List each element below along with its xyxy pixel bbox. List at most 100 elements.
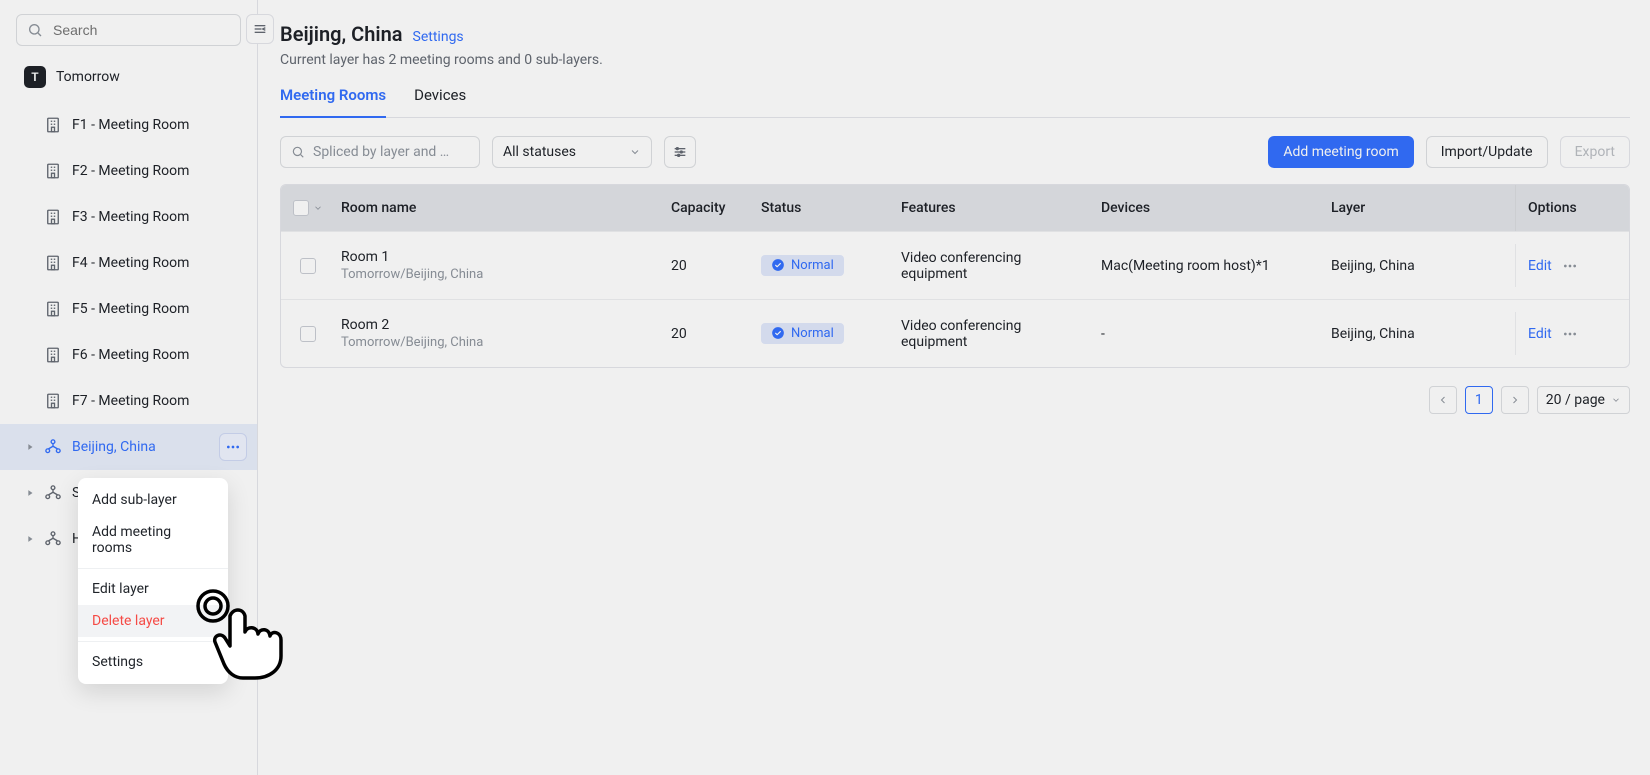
room-search-placeholder: Spliced by layer and …: [313, 144, 449, 160]
col-options: Options: [1515, 185, 1615, 231]
status-filter-label: All statuses: [503, 144, 576, 160]
page-subtitle: Current layer has 2 meeting rooms and 0 …: [280, 52, 1630, 68]
org-chart-icon: [44, 484, 62, 502]
page-size-select[interactable]: 20 / page: [1537, 386, 1630, 414]
sidebar-item-room[interactable]: F7 - Meeting Room: [0, 378, 257, 424]
root-label: Tomorrow: [56, 69, 120, 85]
select-all-checkbox[interactable]: [293, 200, 309, 216]
col-capacity: Capacity: [665, 200, 755, 216]
table-header: Room name Capacity Status Features Devic…: [281, 185, 1629, 231]
sidebar-item-label: F5 - Meeting Room: [72, 301, 189, 317]
caret-right-icon[interactable]: [24, 488, 36, 498]
col-devices: Devices: [1095, 200, 1325, 216]
sidebar-item-label: F1 - Meeting Room: [72, 117, 189, 133]
pagination: 1 20 / page: [280, 386, 1630, 414]
row-more-button[interactable]: [1562, 258, 1578, 274]
sidebar-item-room[interactable]: F2 - Meeting Room: [0, 148, 257, 194]
export-button: Export: [1560, 136, 1630, 168]
sidebar-item-room[interactable]: F6 - Meeting Room: [0, 332, 257, 378]
org-chart-icon: [44, 530, 62, 548]
room-name: Room 2: [341, 317, 659, 333]
room-name: Room 1: [341, 249, 659, 265]
tabs: Meeting Rooms Devices: [280, 86, 1630, 118]
page-number-button[interactable]: 1: [1465, 386, 1493, 414]
room-devices: -: [1095, 326, 1325, 342]
room-path: Tomorrow/Beijing, China: [341, 267, 659, 282]
edit-link[interactable]: Edit: [1528, 258, 1552, 274]
layer-context-menu: Add sub-layerAdd meeting rooms Edit layer…: [78, 478, 228, 684]
tree-root[interactable]: T Tomorrow: [0, 58, 257, 96]
room-features: Video conferencing equipment: [895, 318, 1095, 350]
status-filter[interactable]: All statuses: [492, 136, 652, 168]
chevron-down-icon[interactable]: [313, 203, 323, 213]
sidebar-item-room[interactable]: F3 - Meeting Room: [0, 194, 257, 240]
sidebar-item-label: F7 - Meeting Room: [72, 393, 189, 409]
menu-separator: [78, 641, 228, 642]
import-update-button[interactable]: Import/Update: [1426, 136, 1548, 168]
layer-settings-link[interactable]: Settings: [413, 29, 464, 45]
room-devices: Mac(Meeting room host)*1: [1095, 258, 1325, 274]
room-layer: Beijing, China: [1325, 326, 1515, 342]
main-content: Beijing, China Settings Current layer ha…: [258, 0, 1650, 775]
sidebar-collapse-toggle[interactable]: [246, 14, 274, 44]
sidebar-item-label: F4 - Meeting Room: [72, 255, 189, 271]
menu-item[interactable]: Delete layer: [78, 605, 228, 637]
sidebar-item-room[interactable]: F5 - Meeting Room: [0, 286, 257, 332]
building-icon: [44, 254, 62, 272]
status-badge: Normal: [761, 323, 844, 344]
org-chart-icon: [44, 438, 62, 456]
tab[interactable]: Meeting Rooms: [280, 86, 386, 118]
sidebar-item-label: F6 - Meeting Room: [72, 347, 189, 363]
room-capacity: 20: [665, 258, 755, 274]
building-icon: [44, 392, 62, 410]
building-icon: [44, 116, 62, 134]
columns-settings-button[interactable]: [664, 136, 696, 168]
table-row: Room 1 Tomorrow/Beijing, China 20 Normal Vid…: [281, 231, 1629, 299]
menu-item[interactable]: Edit layer: [78, 573, 228, 605]
search-icon: [291, 145, 305, 159]
sidebar-item-label: Beijing, China: [72, 439, 156, 455]
page-title: Beijing, China: [280, 22, 403, 46]
room-features: Video conferencing equipment: [895, 250, 1095, 282]
chevron-down-icon: [629, 146, 641, 158]
status-badge: Normal: [761, 255, 844, 276]
col-layer: Layer: [1325, 200, 1515, 216]
col-status: Status: [755, 200, 895, 216]
table-row: Room 2 Tomorrow/Beijing, China 20 Normal Vid…: [281, 299, 1629, 367]
menu-item[interactable]: Settings: [78, 646, 228, 678]
row-more-button[interactable]: [1562, 326, 1578, 342]
room-capacity: 20: [665, 326, 755, 342]
edit-link[interactable]: Edit: [1528, 326, 1552, 342]
sidebar-search-input[interactable]: [51, 21, 236, 39]
col-room-name: Room name: [335, 200, 665, 216]
room-search[interactable]: Spliced by layer and …: [280, 136, 480, 168]
page-size-label: 20 / page: [1546, 392, 1605, 408]
menu-separator: [78, 568, 228, 569]
page-next-button[interactable]: [1501, 386, 1529, 414]
row-select-checkbox[interactable]: [300, 258, 316, 274]
col-features: Features: [895, 200, 1095, 216]
rooms-table: Room name Capacity Status Features Devic…: [280, 184, 1630, 368]
toolbar: Spliced by layer and … All statuses Add …: [280, 136, 1630, 168]
menu-item[interactable]: Add sub-layer: [78, 484, 228, 516]
building-icon: [44, 300, 62, 318]
root-badge: T: [24, 66, 46, 88]
tab[interactable]: Devices: [414, 86, 466, 117]
sidebar-item-label: F2 - Meeting Room: [72, 163, 189, 179]
sidebar-item-layer[interactable]: Beijing, China: [0, 424, 257, 470]
sidebar-item-room[interactable]: F1 - Meeting Room: [0, 102, 257, 148]
page-prev-button[interactable]: [1429, 386, 1457, 414]
sidebar: T Tomorrow F1 - Meeting Room F2 - Meeting…: [0, 0, 258, 775]
building-icon: [44, 346, 62, 364]
sidebar-item-more-button[interactable]: [219, 433, 247, 461]
menu-item[interactable]: Add meeting rooms: [78, 516, 228, 564]
sidebar-search[interactable]: [16, 14, 241, 46]
caret-right-icon[interactable]: [24, 442, 36, 452]
caret-right-icon[interactable]: [24, 534, 36, 544]
room-path: Tomorrow/Beijing, China: [341, 335, 659, 350]
add-meeting-room-button[interactable]: Add meeting room: [1268, 136, 1413, 168]
search-icon: [27, 22, 43, 38]
room-layer: Beijing, China: [1325, 258, 1515, 274]
sidebar-item-room[interactable]: F4 - Meeting Room: [0, 240, 257, 286]
row-select-checkbox[interactable]: [300, 326, 316, 342]
